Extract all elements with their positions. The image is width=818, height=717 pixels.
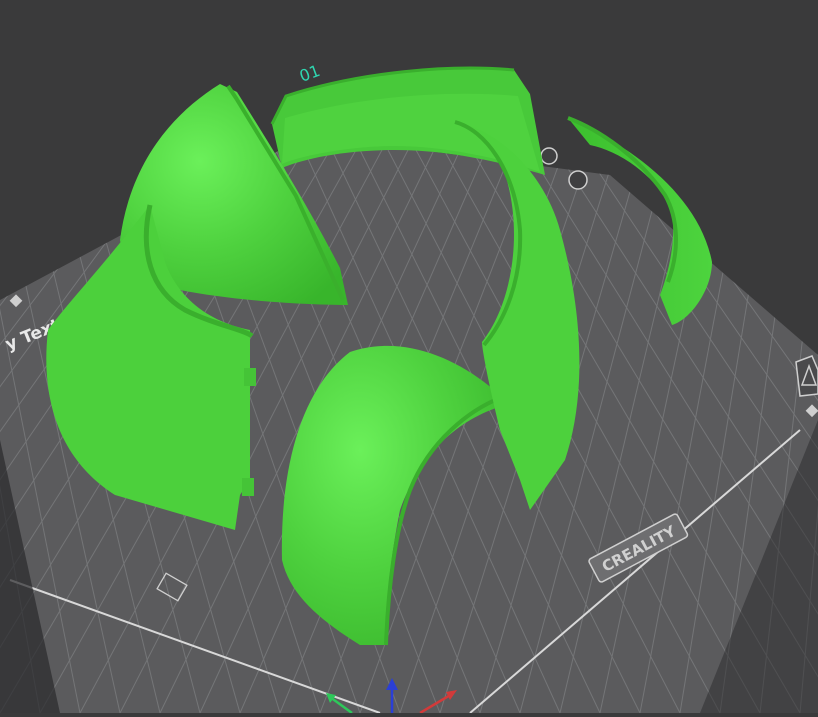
3d-viewport[interactable]: y Texture CREALITY 01 — [0, 0, 818, 715]
printer-logo-icon — [795, 355, 818, 397]
plate-settings-icon[interactable] — [568, 170, 588, 190]
viewport-canvas[interactable]: y Texture CREALITY 01 — [0, 0, 818, 715]
plate-lock-icon[interactable] — [540, 147, 558, 165]
